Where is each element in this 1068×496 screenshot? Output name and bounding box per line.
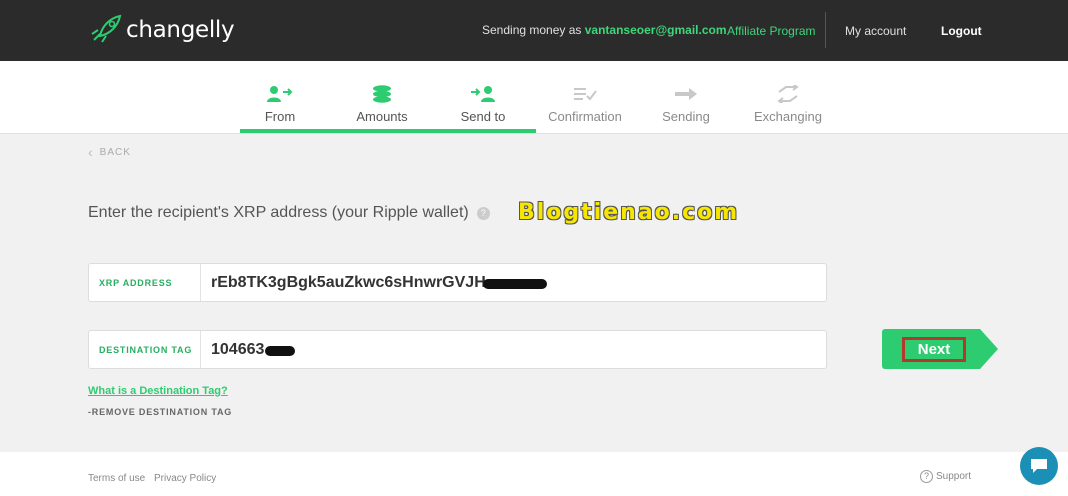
destination-tag-field[interactable]: DESTINATION TAG 104663 [88, 330, 827, 369]
xrp-address-value: rEb8TK3gBgk5auZkwc6sHnwrGVJH [211, 273, 486, 291]
xrp-address-label: XRP ADDRESS [89, 264, 201, 301]
next-button[interactable]: Next [882, 329, 998, 369]
rocket-logo-icon [91, 14, 122, 43]
chevron-left-icon: ‹ [88, 144, 94, 160]
arrow-right-icon [672, 85, 700, 103]
chat-button[interactable] [1020, 447, 1058, 485]
footer: Terms of use Privacy Policy ? Support [0, 452, 1068, 496]
terms-of-use-link[interactable]: Terms of use [88, 473, 145, 484]
sending-as-text: Sending money as vantanseoer@gmail.com [482, 23, 727, 37]
affiliate-program-link[interactable]: Affiliate Program [727, 24, 815, 38]
checklist-icon [571, 85, 599, 103]
progress-line [240, 129, 536, 133]
redaction-mark [483, 278, 547, 289]
back-label: BACK [99, 146, 131, 158]
progress-steps: From Amounts Send to Confirmation Sendin… [0, 61, 1068, 134]
nav-divider [825, 12, 826, 48]
step-exchanging: Exchanging [746, 61, 830, 134]
step-confirmation: Confirmation [540, 61, 630, 134]
chat-bubble-icon [1031, 459, 1047, 473]
step-label: From [264, 109, 296, 124]
destination-tag-label: DESTINATION TAG [89, 331, 201, 368]
redaction-mark [265, 345, 295, 356]
what-is-destination-tag-link[interactable]: What is a Destination Tag? [88, 385, 228, 397]
top-navigation-bar: changelly Sending money as vantanseoer@g… [0, 0, 1068, 61]
user-receive-icon [469, 85, 497, 103]
user-send-icon [266, 85, 294, 103]
support-label: Support [936, 471, 972, 482]
privacy-policy-link[interactable]: Privacy Policy [154, 473, 216, 484]
step-label: Confirmation [548, 109, 622, 124]
question-icon: ? [920, 470, 933, 483]
step-sending: Sending [646, 61, 726, 134]
my-account-link[interactable]: My account [845, 24, 906, 38]
step-label: Amounts [356, 109, 408, 124]
xrp-address-input[interactable]: rEb8TK3gBgk5auZkwc6sHnwrGVJH [201, 273, 547, 292]
xrp-address-field[interactable]: XRP ADDRESS rEb8TK3gBgk5auZkwc6sHnwrGVJH [88, 263, 827, 302]
logout-link[interactable]: Logout [941, 24, 982, 38]
step-label: Sending [662, 109, 710, 124]
step-label: Send to [460, 109, 506, 124]
logo-text: changelly [126, 17, 235, 43]
step-amounts: Amounts [336, 61, 428, 134]
coins-stack-icon [368, 85, 396, 103]
step-send-to: Send to [440, 61, 526, 134]
sending-prefix: Sending money as [482, 23, 582, 37]
next-button-label: Next [902, 337, 966, 362]
remove-destination-tag-link[interactable]: -REMOVE DESTINATION TAG [88, 407, 232, 417]
step-from: From [240, 61, 320, 134]
destination-tag-value: 104663 [211, 340, 265, 358]
changelly-logo[interactable]: changelly [88, 14, 235, 46]
watermark: Blogtienao.com [518, 200, 740, 225]
destination-tag-input[interactable]: 104663 [201, 340, 295, 359]
step-label: Exchanging [754, 109, 822, 124]
help-icon[interactable]: ? [476, 206, 490, 220]
next-arrow-shape [980, 329, 998, 369]
back-button[interactable]: ‹ BACK [88, 144, 131, 160]
prompt-text: Enter the recipient's XRP address (your … [88, 204, 469, 221]
user-email: vantanseoer@gmail.com [584, 23, 727, 37]
support-link[interactable]: ? Support [920, 470, 971, 483]
recipient-prompt: Enter the recipient's XRP address (your … [88, 204, 490, 222]
exchange-icon [774, 85, 802, 103]
